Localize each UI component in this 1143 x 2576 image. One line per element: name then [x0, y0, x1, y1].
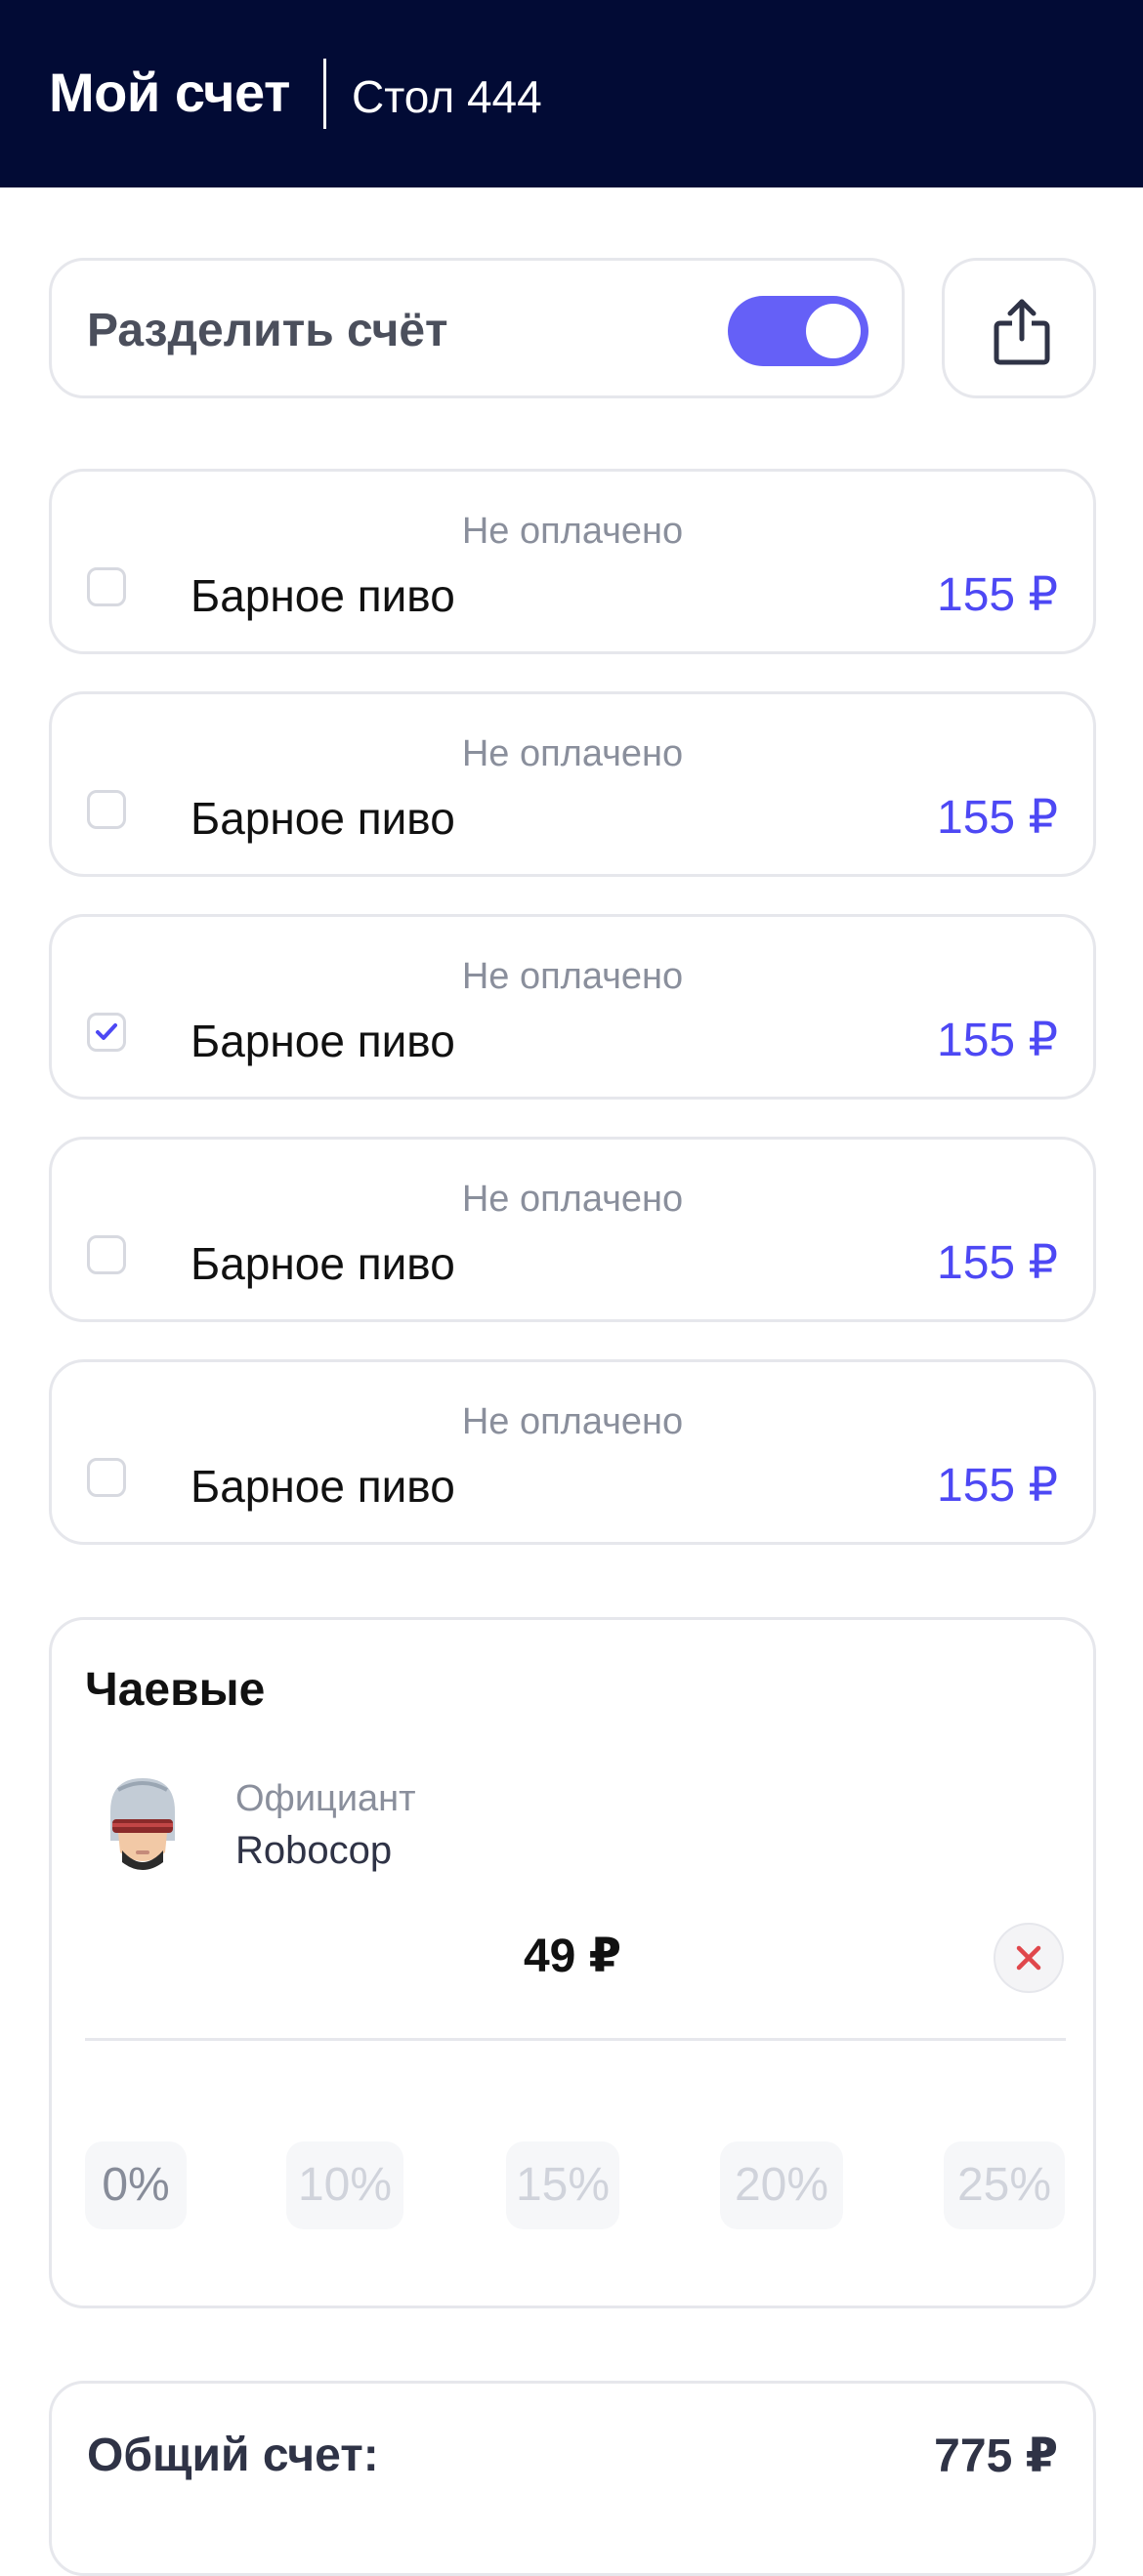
item-name: Барное пиво [190, 1238, 455, 1289]
header-divider [323, 59, 326, 129]
item-checkbox[interactable] [87, 567, 126, 606]
payment-status: Не оплачено [461, 511, 684, 552]
item-name: Барное пиво [190, 1016, 455, 1066]
item-name: Барное пиво [190, 793, 455, 844]
bill-item[interactable]: Не оплачено Барное пиво 155 ₽ [49, 1359, 1096, 1545]
bill-item[interactable]: Не оплачено Барное пиво 155 ₽ [49, 1137, 1096, 1322]
tips-title: Чаевые [85, 1664, 266, 1716]
checkmark-icon [96, 1023, 117, 1040]
share-button[interactable] [942, 258, 1096, 398]
bill-item[interactable]: Не оплачено Барное пиво 155 ₽ [49, 691, 1096, 877]
tip-percent-10[interactable]: 10% [286, 2141, 403, 2229]
tips-card: Чаевые Официант Robocop 49 ₽ 0% 10% 15% … [49, 1617, 1096, 2308]
total-card: Общий счет: 775 ₽ [49, 2381, 1096, 2576]
page-title: Мой счет [49, 62, 290, 123]
item-price: 155 ₽ [937, 569, 1058, 621]
item-checkbox[interactable] [87, 1235, 126, 1274]
payment-status: Не оплачено [461, 956, 684, 997]
item-checkbox[interactable] [87, 790, 126, 829]
payment-status: Не оплачено [461, 1179, 684, 1220]
clear-tip-button[interactable] [994, 1923, 1064, 1993]
item-price: 155 ₽ [937, 1237, 1058, 1289]
payment-status: Не оплачено [461, 733, 684, 774]
total-label: Общий счет: [87, 2430, 379, 2481]
waiter-name: Robocop [235, 1829, 393, 1872]
waiter-avatar [110, 1778, 175, 1870]
tip-percent-0[interactable]: 0% [85, 2141, 187, 2229]
split-bill-label: Разделить счёт [87, 305, 448, 356]
bill-item[interactable]: Не оплачено Барное пиво 155 ₽ [49, 469, 1096, 654]
item-name: Барное пиво [190, 1461, 455, 1512]
tip-amount[interactable]: 49 ₽ [52, 1929, 1093, 1983]
toggle-knob [806, 304, 861, 358]
share-icon [994, 299, 1050, 365]
item-price: 155 ₽ [937, 1460, 1058, 1512]
tip-percent-15[interactable]: 15% [506, 2141, 619, 2229]
total-value: 775 ₽ [934, 2431, 1058, 2482]
close-icon [1016, 1945, 1041, 1971]
item-price: 155 ₽ [937, 1015, 1058, 1066]
item-price: 155 ₽ [937, 792, 1058, 844]
app-header: Мой счет Стол 444 [0, 0, 1143, 187]
split-bill-toggle[interactable] [728, 296, 868, 366]
waiter-role: Официант [235, 1778, 416, 1819]
tips-divider [85, 2038, 1066, 2041]
item-checkbox[interactable] [87, 1013, 126, 1052]
payment-status: Не оплачено [461, 1401, 684, 1442]
item-checkbox[interactable] [87, 1458, 126, 1497]
item-name: Барное пиво [190, 570, 455, 621]
bill-item[interactable]: Не оплачено Барное пиво 155 ₽ [49, 914, 1096, 1100]
table-number: Стол 444 [352, 71, 542, 122]
tip-percent-25[interactable]: 25% [944, 2141, 1065, 2229]
split-bill-card[interactable]: Разделить счёт [49, 258, 905, 398]
tip-percent-20[interactable]: 20% [720, 2141, 843, 2229]
